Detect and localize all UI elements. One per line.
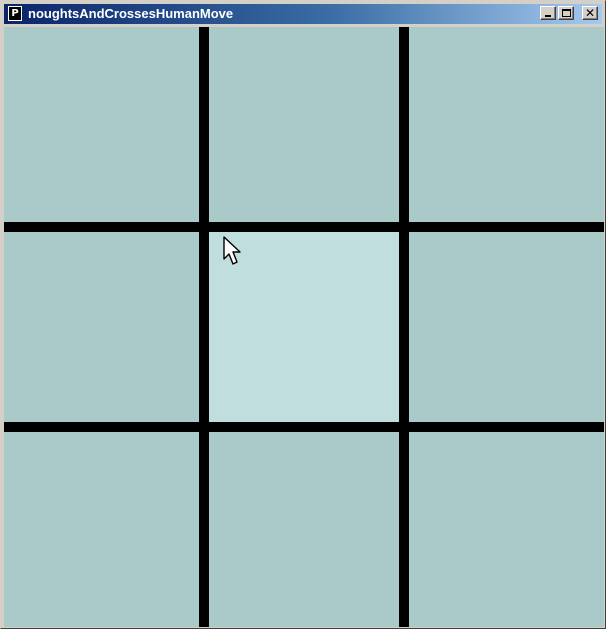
maximize-button[interactable] — [558, 6, 574, 20]
game-board[interactable] — [4, 27, 604, 627]
arrow-cursor-icon — [223, 236, 241, 265]
board-cell-1-2[interactable] — [404, 227, 604, 427]
grid-line-horizontal-2 — [4, 422, 604, 432]
close-icon: ✕ — [584, 6, 596, 20]
window-title: noughtsAndCrossesHumanMove — [28, 6, 234, 21]
grid-line-horizontal-1 — [4, 222, 604, 232]
board-cell-0-2[interactable] — [404, 27, 604, 227]
close-button[interactable]: ✕ — [582, 6, 598, 20]
board-cell-1-0[interactable] — [4, 227, 204, 427]
minimize-icon — [545, 15, 551, 17]
title-bar[interactable]: P noughtsAndCrossesHumanMove ✕ — [4, 4, 602, 24]
board-cell-0-1[interactable] — [204, 27, 404, 227]
board-cell-0-0[interactable] — [4, 27, 204, 227]
board-cell-2-2[interactable] — [404, 427, 604, 627]
maximize-icon — [562, 9, 571, 17]
app-icon[interactable]: P — [8, 6, 22, 21]
board-cell-2-1[interactable] — [204, 427, 404, 627]
grid-line-vertical-1 — [199, 27, 209, 627]
board-cell-2-0[interactable] — [4, 427, 204, 627]
grid-line-vertical-2 — [399, 27, 409, 627]
minimize-button[interactable] — [540, 6, 556, 20]
app-window: P noughtsAndCrossesHumanMove ✕ — [0, 0, 606, 629]
